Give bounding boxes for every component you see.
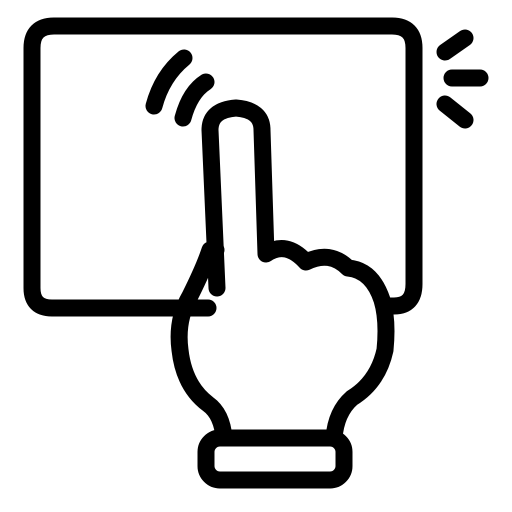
tap-touchpad-icon xyxy=(23,17,489,489)
tap-indicator-bottom xyxy=(436,95,474,129)
icon-canvas xyxy=(0,0,512,512)
tap-indicator-top xyxy=(436,29,474,61)
hand-outline xyxy=(170,99,395,447)
tap-wave-outer xyxy=(145,49,193,115)
tap-wave-inner xyxy=(174,73,215,127)
hand-cuff xyxy=(197,429,353,489)
